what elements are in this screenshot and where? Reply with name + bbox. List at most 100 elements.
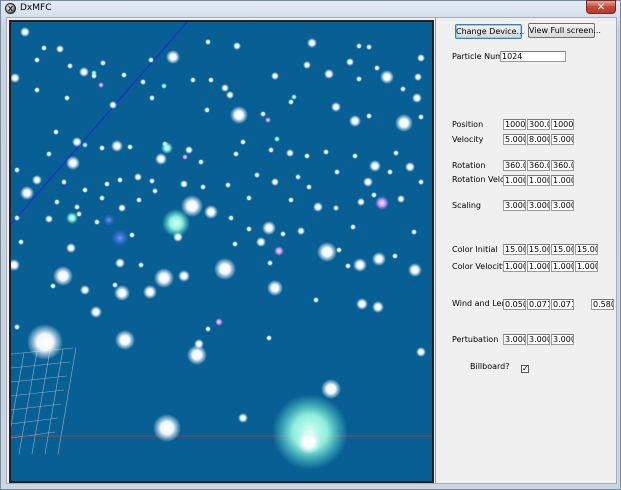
particle [288,197,294,203]
particle [53,129,59,135]
scaling-x-field[interactable]: 3.000 [503,200,526,211]
scaling-y-field[interactable]: 3.000 [527,200,550,211]
particle-glow [103,214,115,226]
particle [334,169,340,175]
particle [418,114,424,120]
particle [94,219,100,225]
particle [53,266,73,286]
particle [121,72,127,78]
rotation-z-field[interactable]: 360.00 [551,160,574,171]
particle [50,283,56,289]
client-area: Change Device... View Full screen... Par… [6,17,617,484]
particle [254,172,260,178]
wind-length-field[interactable]: 0.580 [591,299,614,310]
particle [392,253,398,259]
particle [331,102,341,112]
particle-number-field[interactable]: 1024 [500,51,566,62]
particle [34,87,40,93]
title-bar[interactable]: DxMFC ✕ [1,0,620,17]
particle-glow [274,136,280,142]
particle [66,156,80,170]
particle [204,205,218,219]
particle [363,177,373,187]
particle [356,76,362,82]
pertubation-x-field[interactable]: 3.000 [503,334,526,345]
particle [408,263,422,277]
window-title: DxMFC [20,3,52,13]
color-velocity-r-field[interactable]: 1.000 [503,261,526,272]
particle [198,159,204,165]
particle [352,153,358,159]
position-z-field[interactable]: 1000.0 [551,119,574,130]
particle [333,205,339,211]
position-y-field[interactable]: 300.00 [527,119,550,130]
pertubation-y-field[interactable]: 3.000 [527,334,550,345]
particle [260,111,266,117]
grid-floor [11,347,77,455]
particle [387,169,393,175]
particle [304,153,310,159]
particle [56,45,64,53]
particle [350,224,356,230]
color-velocity-b-field[interactable]: 1.000 [551,261,574,272]
particle [27,324,63,360]
particle [414,73,422,81]
particle [34,57,40,63]
scaling-label: Scaling [452,201,481,210]
particle [306,184,312,190]
velocity-label: Velocity [452,135,484,144]
particle [400,86,406,92]
color-velocity-a-field[interactable]: 1.000 [575,261,598,272]
wind-z-field[interactable]: 0.071 [551,299,574,310]
color-initial-g-field[interactable]: 15.000 [527,244,550,255]
color-initial-b-field[interactable]: 15.000 [551,244,574,255]
rotation-label: Rotation [452,161,486,170]
particle [114,285,130,301]
particle [149,95,155,101]
position-x-field[interactable]: 1000.0 [503,119,526,130]
particle [280,231,286,237]
rotation-velocity-x-field[interactable]: 1.000 [503,175,526,186]
billboard-label: Billboard? [470,362,510,371]
wind-y-field[interactable]: 0.071 [527,299,550,310]
particle-glow [66,212,78,224]
color-initial-r-field[interactable]: 15.000 [503,244,526,255]
rotation-velocity-z-field[interactable]: 1.000 [551,175,574,186]
change-device-button[interactable]: Change Device... [455,24,524,39]
scaling-z-field[interactable]: 3.000 [551,200,574,211]
particle [208,77,214,83]
particle [266,335,272,341]
particle [246,226,252,232]
particle [356,298,368,310]
rotation-y-field[interactable]: 360.00 [527,160,550,171]
particle [99,195,105,201]
particle [111,140,123,152]
particle [321,379,341,399]
particle [417,54,425,62]
particle [67,63,73,69]
particle [104,181,110,187]
particle [346,58,354,66]
rotation-x-field[interactable]: 360.00 [503,160,526,171]
color-velocity-g-field[interactable]: 1.000 [527,261,550,272]
velocity-z-field[interactable]: 5.000 [551,134,574,145]
rotation-velocity-y-field[interactable]: 1.000 [527,175,550,186]
view-full-screen-button[interactable]: View Full screen... [528,23,601,38]
particle [240,139,246,145]
velocity-y-field[interactable]: 8.000 [527,134,550,145]
close-button[interactable]: ✕ [586,0,616,14]
velocity-x-field[interactable]: 5.000 [503,134,526,145]
check-icon: ✓ [522,364,529,373]
particle [32,175,42,185]
render-viewport[interactable] [9,20,434,483]
particle [395,114,413,132]
particle [140,79,146,85]
particle [74,204,80,210]
wind-x-field[interactable]: 0.050 [503,299,526,310]
color-initial-a-field[interactable]: 15.000 [575,244,598,255]
pertubation-z-field[interactable]: 3.000 [551,334,574,345]
position-label: Position [452,120,484,129]
particle [127,144,133,150]
billboard-checkbox[interactable]: ✓ [521,365,529,373]
pertubation-label: Pertubation [452,335,499,344]
